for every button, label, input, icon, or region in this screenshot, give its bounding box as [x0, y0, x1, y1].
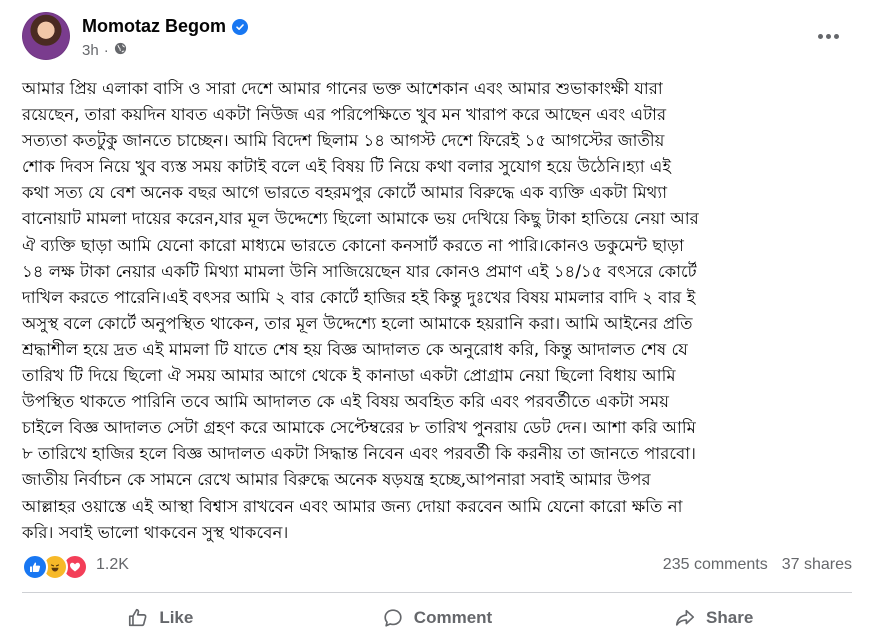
post-body-line: রয়েছেন, তারা কয়দিন যাবত একটা নিউজ এর প…	[22, 105, 667, 125]
avatar[interactable]	[22, 12, 70, 60]
like-icon	[127, 607, 149, 629]
post-body-line: সত্যতা কতটুকু জানতে চাচ্ছেন। আমি বিদেশ ছ…	[22, 131, 665, 151]
facebook-post: Momotaz Begom 3h · আমার প্রিয় এলাকা বাস…	[0, 0, 870, 642]
post-body-line: কথা সত্য যে বেশ অনেক বছর আগে ভারতে বহরমপ…	[22, 183, 668, 203]
post-body-line: ঐ ব্যক্তি ছাড়া আমি যেনো কারো মাধ্যমে ভা…	[22, 235, 684, 255]
reactions-summary: 1.2K 235 comments 37 shares	[22, 552, 852, 580]
comment-button[interactable]: Comment	[299, 600, 576, 636]
comments-count[interactable]: 235 comments	[663, 556, 768, 574]
comment-label: Comment	[413, 608, 493, 627]
author-row: Momotaz Begom	[82, 16, 248, 37]
share-button[interactable]: Share	[575, 600, 852, 636]
like-label: Like	[159, 608, 194, 627]
post-body-line: শোক দিবস নিয়ে খুব ব্যস্ত সময় কাটাই বলে…	[22, 157, 672, 177]
post-body-line: ৮ তারিখে হাজির হলে বিজ্ঞ আদালত একটা সিদ্…	[22, 444, 696, 464]
globe-icon	[114, 42, 127, 59]
more-options-icon[interactable]	[810, 24, 846, 48]
meta-separator: ·	[103, 42, 109, 59]
post-header: Momotaz Begom 3h ·	[22, 12, 852, 68]
post-body-line: তারিখ টি দিয়ে ছিলো ঐ সময় আমার আগে থেকে…	[22, 366, 676, 386]
shares-count[interactable]: 37 shares	[782, 556, 852, 574]
post-body-line: ১৪ লক্ষ টাকা নেয়ার একটি মিথ্যা মামলা উন…	[22, 261, 697, 281]
verified-badge-icon	[232, 18, 248, 35]
post-body-line: উপস্থিত থাকতে পারিনি তবে আমি আদালত কে এই…	[22, 392, 669, 412]
reaction-icons[interactable]	[22, 554, 88, 580]
post-body-line: শ্রদ্ধাশীল হয়ে দ্রত এই মামলা টি যাতে শে…	[22, 339, 688, 359]
post-body: আমার প্রিয় এলাকা বাসি ও সারা দেশে আমার …	[22, 76, 852, 546]
post-body-line: দাখিল করতে পারেনি।এই বৎসর আমি ২ বার কোর্…	[22, 287, 696, 307]
post-body-line: আমার প্রিয় এলাকা বাসি ও সারা দেশে আমার …	[22, 79, 663, 98]
divider	[22, 592, 852, 593]
post-body-line: করি। সবাই ভালো থাকবেন সুস্থ থাকবেন।	[22, 522, 289, 542]
post-body-line: বানোয়াট মামলা দায়ের করেন,যার মূল উদ্দে…	[22, 209, 699, 229]
author-name[interactable]: Momotaz Begom	[82, 16, 226, 37]
share-icon	[674, 607, 696, 629]
comment-icon	[382, 607, 404, 629]
post-timestamp[interactable]: 3h	[82, 42, 99, 59]
post-body-line: অসুস্থ বলে কোর্টে অনুপস্থিত থাকেন, তার ম…	[22, 313, 693, 333]
post-body-line: আল্লাহর ওয়াস্তে এই আস্থা বিশ্বাস রাখবেন…	[22, 496, 683, 516]
engagement-stats: 235 comments 37 shares	[663, 556, 852, 574]
like-reaction-icon	[22, 554, 48, 580]
post-actions: Like Comment Share	[22, 600, 852, 636]
post-body-line: চাইলে বিজ্ঞ আদালত সেটা গ্রহণ করে আমাকে স…	[22, 418, 696, 438]
like-button[interactable]: Like	[22, 600, 299, 636]
share-label: Share	[706, 608, 754, 627]
reaction-count[interactable]: 1.2K	[96, 556, 129, 574]
post-body-line: জাতীয় নির্বাচন কে সামনে রেখে আমার বিরুদ…	[22, 470, 651, 490]
post-meta: 3h ·	[82, 42, 127, 59]
